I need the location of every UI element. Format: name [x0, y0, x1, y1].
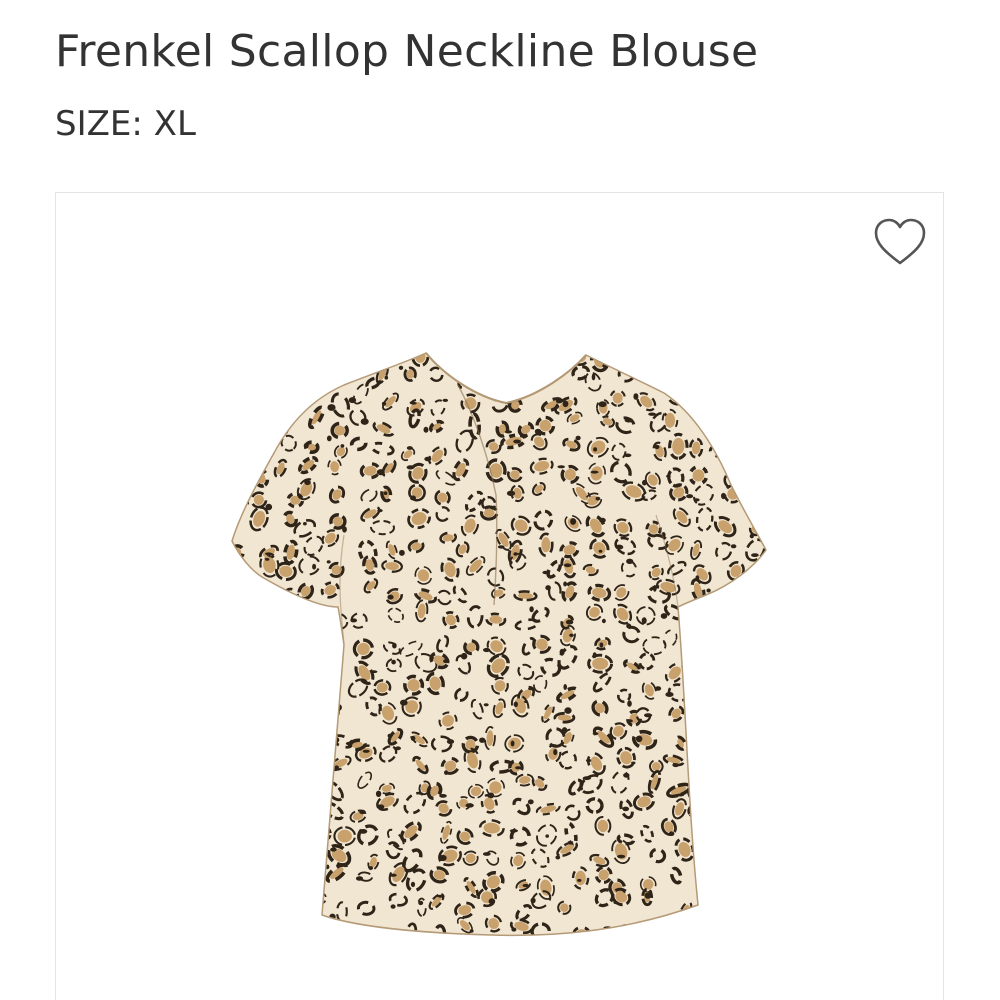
leopard-print-blouse-image [231, 352, 767, 937]
product-image [226, 345, 771, 941]
leopard-print-pattern [232, 353, 766, 936]
product-size: SIZE: XL [55, 104, 196, 144]
product-title: Frenkel Scallop Neckline Blouse [55, 26, 759, 77]
product-image-card [55, 192, 944, 1000]
favorite-button[interactable] [872, 217, 928, 269]
heart-icon [874, 218, 926, 265]
